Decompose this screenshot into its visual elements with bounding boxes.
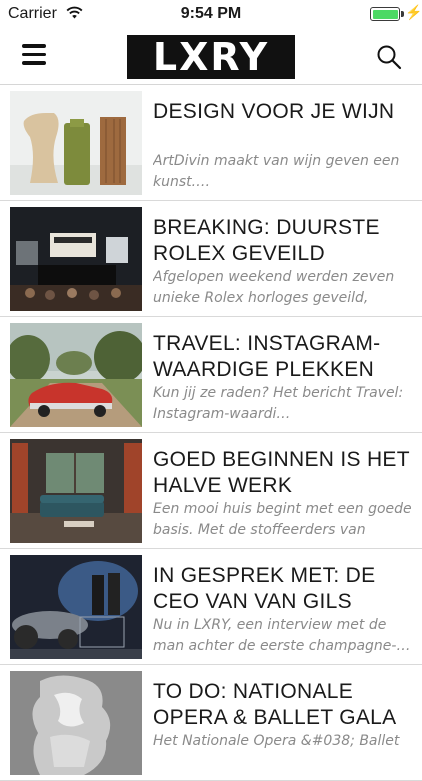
- article-item[interactable]: IN GESPREK MET: DE CEO VAN VAN GILS Nu i…: [0, 549, 422, 665]
- article-thumbnail-living-room: [10, 439, 142, 543]
- article-thumbnail-rolex-auction: [10, 207, 142, 311]
- article-item[interactable]: BREAKING: DUURSTE ROLEX GEVEILD VOOR… Af…: [0, 201, 422, 317]
- article-item[interactable]: TO DO: NATIONALE OPERA & BALLET GALA Het…: [0, 665, 422, 781]
- article-title: IN GESPREK MET: DE CEO VAN VAN GILS: [153, 564, 376, 613]
- article-thumbnail-opera-gala: [10, 671, 142, 775]
- article-excerpt: Nu in LXRY, een interview met de man ach…: [153, 617, 411, 654]
- article-title: TO DO: NATIONALE OPERA & BALLET GALA: [153, 680, 397, 729]
- brand-logo[interactable]: LXRY: [127, 35, 295, 79]
- status-bar: Carrier 9:54 PM ⚡: [0, 0, 422, 28]
- article-excerpt: Het Nationale Opera &#038; Ballet: [153, 733, 400, 749]
- article-excerpt: ArtDivin maakt van wijn geven een kunst.…: [153, 153, 400, 190]
- article-list: DESIGN VOOR JE WIJN ArtDivin maakt van w…: [0, 85, 422, 781]
- clock: 9:54 PM: [180, 5, 242, 22]
- article-title: GOED BEGINNEN IS HET HALVE WERK: [153, 448, 410, 497]
- article-thumbnail-showroom: [10, 555, 142, 659]
- article-thumbnail-wine-design: [10, 91, 142, 195]
- article-item[interactable]: DESIGN VOOR JE WIJN ArtDivin maakt van w…: [0, 85, 422, 201]
- article-item[interactable]: GOED BEGINNEN IS HET HALVE WERK Een mooi…: [0, 433, 422, 549]
- search-icon[interactable]: [376, 44, 402, 70]
- article-title: TRAVEL: INSTAGRAM-WAARDIGE PLEKKEN: [153, 332, 381, 381]
- article-title: DESIGN VOOR JE WIJN: [153, 100, 395, 123]
- article-excerpt: Afgelopen weekend werden zeven unieke Ro…: [153, 269, 395, 306]
- battery-icon: [370, 7, 404, 21]
- article-thumbnail-vintage-car: [10, 323, 142, 427]
- article-title: BREAKING: DUURSTE ROLEX GEVEILD VOOR…: [153, 216, 380, 265]
- charging-icon: ⚡: [405, 4, 422, 20]
- hamburger-menu-icon[interactable]: [22, 44, 46, 66]
- nav-bar: LXRY: [0, 28, 422, 85]
- article-excerpt: Een mooi huis begint met een goede basis…: [153, 501, 412, 538]
- article-item[interactable]: TRAVEL: INSTAGRAM-WAARDIGE PLEKKEN Kun j…: [0, 317, 422, 433]
- article-excerpt: Kun jij ze raden? Het bericht Travel: In…: [153, 385, 404, 422]
